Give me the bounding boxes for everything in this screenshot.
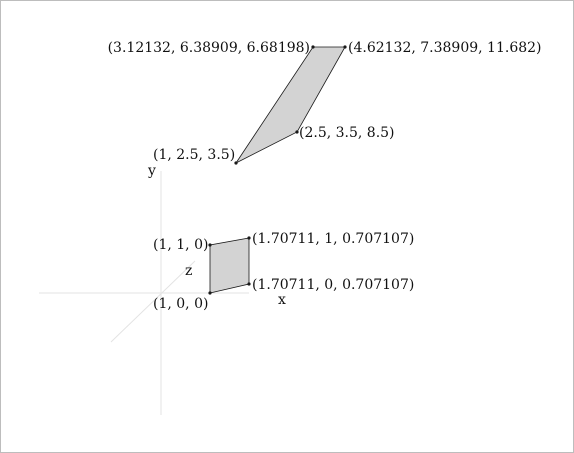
vertex-label: (1, 0, 0) [153,296,208,312]
vertex-label: (4.62132, 7.38909, 11.682) [348,40,542,56]
vertex-dot [247,282,251,286]
y-axis-label: y [147,163,156,179]
vertex-dot [343,45,347,49]
vertex-dot [208,291,212,295]
vertex-label: (2.5, 3.5, 8.5) [299,125,395,141]
vertex-label: (1.70711, 1, 0.707107) [252,231,414,247]
vertex-label: (3.12132, 6.38909, 6.68198) [108,40,310,56]
square-face [209,237,250,294]
vertex-label: (1, 1, 0) [153,237,208,253]
vertex-label: (1, 2.5, 3.5) [153,147,235,163]
z-axis-label: z [185,263,192,279]
parallelogram-face [234,46,346,165]
diagram-canvas: x y z (1, 0, 0) (1.70711, 0, 0.707107) (… [39,40,542,415]
diagram-frame: x y z (1, 0, 0) (1.70711, 0, 0.707107) (… [0,0,574,453]
x-axis-label: x [278,292,286,308]
vertex-dot [247,236,251,240]
vertex-dot [208,243,212,247]
vertex-dot [311,45,315,49]
vertex-label: (1.70711, 0, 0.707107) [252,277,414,293]
